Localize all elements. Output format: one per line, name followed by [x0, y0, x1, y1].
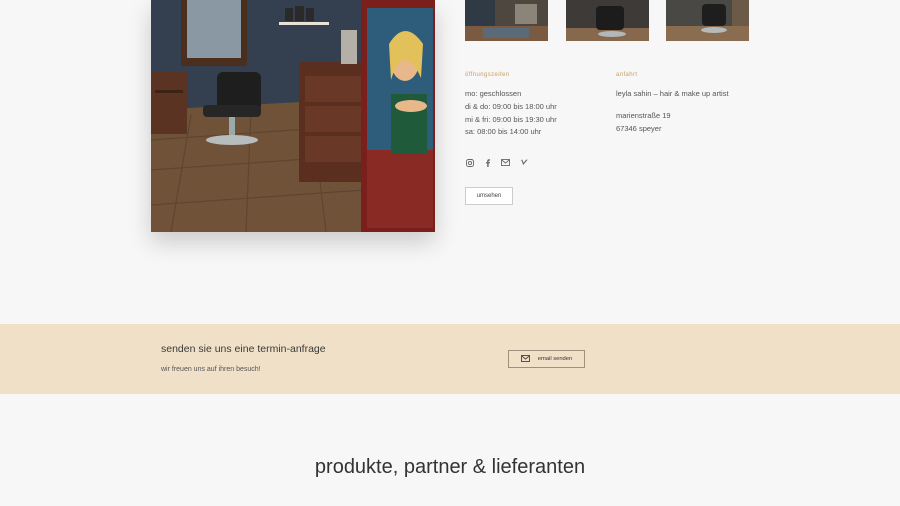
directions-heading: anfahrt [616, 72, 638, 78]
address-street: marienstraße 19 [616, 111, 671, 120]
salon-illustration [151, 0, 435, 232]
thumbnail-image [566, 0, 649, 41]
gallery-thumbnail[interactable] [566, 0, 649, 41]
vimeo-icon[interactable] [519, 158, 528, 167]
gallery-thumbnail[interactable] [666, 0, 749, 41]
hours-heading: öffnungszeiten [465, 72, 510, 78]
appointment-banner [0, 324, 900, 394]
thumbnail-image [465, 0, 548, 41]
email-icon[interactable] [501, 158, 510, 167]
thumbnail-image [666, 0, 749, 41]
send-email-button[interactable]: email senden [508, 350, 585, 368]
hours-line: di & do: 09:00 bis 18:00 uhr [465, 101, 557, 111]
send-email-label: email senden [537, 356, 573, 362]
business-name: leyla sahin – hair & make up artist [616, 89, 729, 98]
umsehen-button[interactable]: umsehen [465, 187, 513, 205]
appointment-title: senden sie uns eine termin-anfrage [161, 343, 326, 355]
products-section-title: produkte, partner & lieferanten [314, 456, 586, 478]
instagram-icon[interactable] [465, 158, 474, 167]
address: marienstraße 19 67346 speyer [616, 110, 671, 136]
salon-photo [151, 0, 435, 232]
facebook-icon[interactable] [483, 158, 492, 167]
appointment-subtitle: wir freuen uns auf ihren besuch! [161, 366, 261, 373]
hours-line: mo: geschlossen [465, 89, 522, 98]
hours-line: mi & fri: 09:00 bis 19:30 uhr [465, 114, 557, 124]
hours-line: sa: 08:00 bis 14:00 uhr [465, 127, 542, 137]
hours-list: mo: geschlossen di & do: 09:00 bis 18:00… [465, 88, 557, 139]
gallery-thumbnail[interactable] [465, 0, 548, 41]
social-links [465, 158, 528, 167]
address-city: 67346 speyer [616, 123, 662, 133]
envelope-icon [520, 354, 530, 364]
